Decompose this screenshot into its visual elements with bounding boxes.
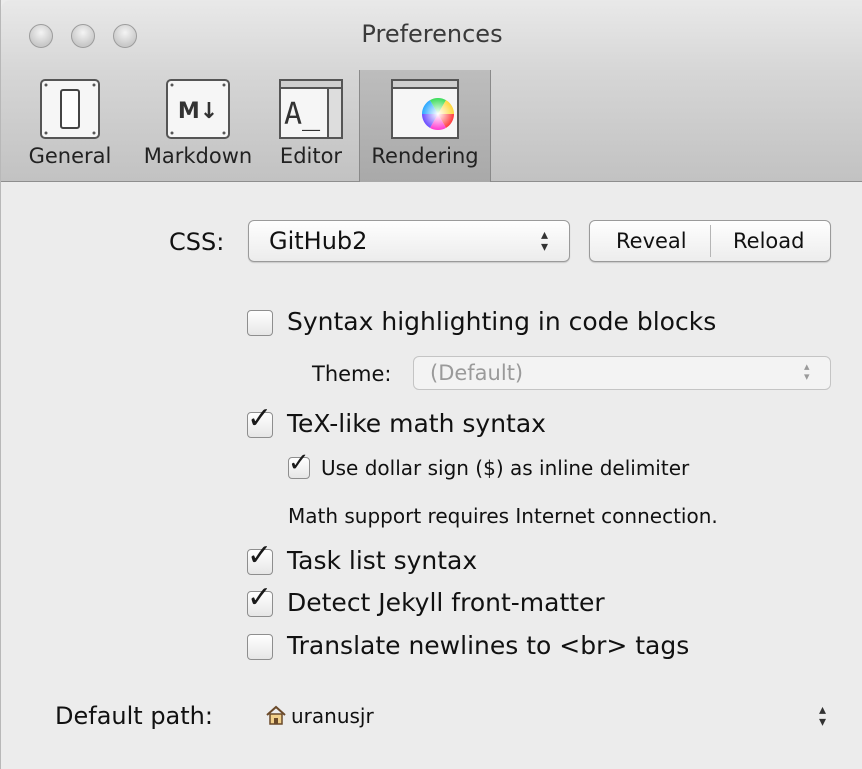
- tex-math-label: TeX-like math syntax: [287, 409, 546, 438]
- svg-text:A_: A_: [284, 97, 321, 132]
- tab-general-label: General: [28, 144, 112, 168]
- reload-button[interactable]: Reload: [711, 221, 830, 261]
- default-path-label: Default path:: [55, 702, 213, 730]
- color-wheel-icon: [390, 78, 460, 144]
- updown-arrows-icon: ▴ ▾: [819, 702, 827, 730]
- theme-label: Theme:: [312, 362, 392, 386]
- theme-value: (Default): [430, 361, 524, 385]
- checkmark-icon: ✓: [247, 580, 273, 615]
- tab-markdown[interactable]: M↓ Markdown: [135, 70, 261, 182]
- reveal-button[interactable]: Reveal: [590, 221, 710, 261]
- theme-popup[interactable]: (Default) ▴ ▾: [413, 356, 831, 390]
- css-button-group: Reveal Reload: [589, 220, 831, 262]
- css-theme-popup[interactable]: GitHub2 ▴ ▾: [248, 220, 570, 262]
- tab-markdown-label: Markdown: [143, 144, 253, 168]
- window-title: Preferences: [361, 20, 503, 48]
- markdown-icon: M↓: [165, 78, 231, 144]
- css-label: CSS:: [169, 228, 225, 256]
- reveal-button-label: Reveal: [616, 229, 687, 253]
- tab-editor-label: Editor: [279, 144, 343, 168]
- css-theme-value: GitHub2: [269, 227, 368, 255]
- tab-rendering[interactable]: Rendering: [359, 70, 491, 182]
- checkmark-icon: ✓: [247, 538, 273, 573]
- reload-button-label: Reload: [733, 229, 805, 253]
- syntax-highlighting-label: Syntax highlighting in code blocks: [287, 307, 717, 336]
- syntax-highlighting-checkbox[interactable]: [247, 310, 273, 336]
- default-path-popup[interactable]: uranusjr ▴ ▾: [251, 694, 841, 740]
- title-bar: Preferences General M↓ Markdown A_ Edito…: [1, 0, 862, 182]
- checkmark-icon: ✓: [247, 401, 273, 436]
- newlines-label: Translate newlines to <br> tags: [287, 631, 690, 660]
- tab-editor[interactable]: A_ Editor: [269, 70, 353, 182]
- default-path-value: uranusjr: [291, 704, 374, 728]
- home-folder-icon: [265, 704, 287, 730]
- tab-general[interactable]: General: [23, 70, 117, 182]
- task-list-label: Task list syntax: [287, 546, 478, 575]
- tab-rendering-label: Rendering: [371, 144, 479, 168]
- newlines-checkbox[interactable]: [247, 634, 273, 660]
- jekyll-label: Detect Jekyll front-matter: [287, 588, 605, 617]
- dollar-delimiter-label: Use dollar sign ($) as inline delimiter: [321, 456, 690, 480]
- updown-arrows-icon: ▴ ▾: [804, 360, 810, 383]
- preferences-window: Preferences General M↓ Markdown A_ Edito…: [0, 0, 862, 769]
- svg-text:M↓: M↓: [178, 99, 218, 124]
- switch-icon: [39, 78, 101, 144]
- checkmark-icon: ✓: [288, 448, 310, 478]
- math-support-note: Math support requires Internet connectio…: [288, 504, 718, 528]
- text-editor-icon: A_: [278, 78, 344, 144]
- updown-arrows-icon: ▴ ▾: [541, 227, 549, 255]
